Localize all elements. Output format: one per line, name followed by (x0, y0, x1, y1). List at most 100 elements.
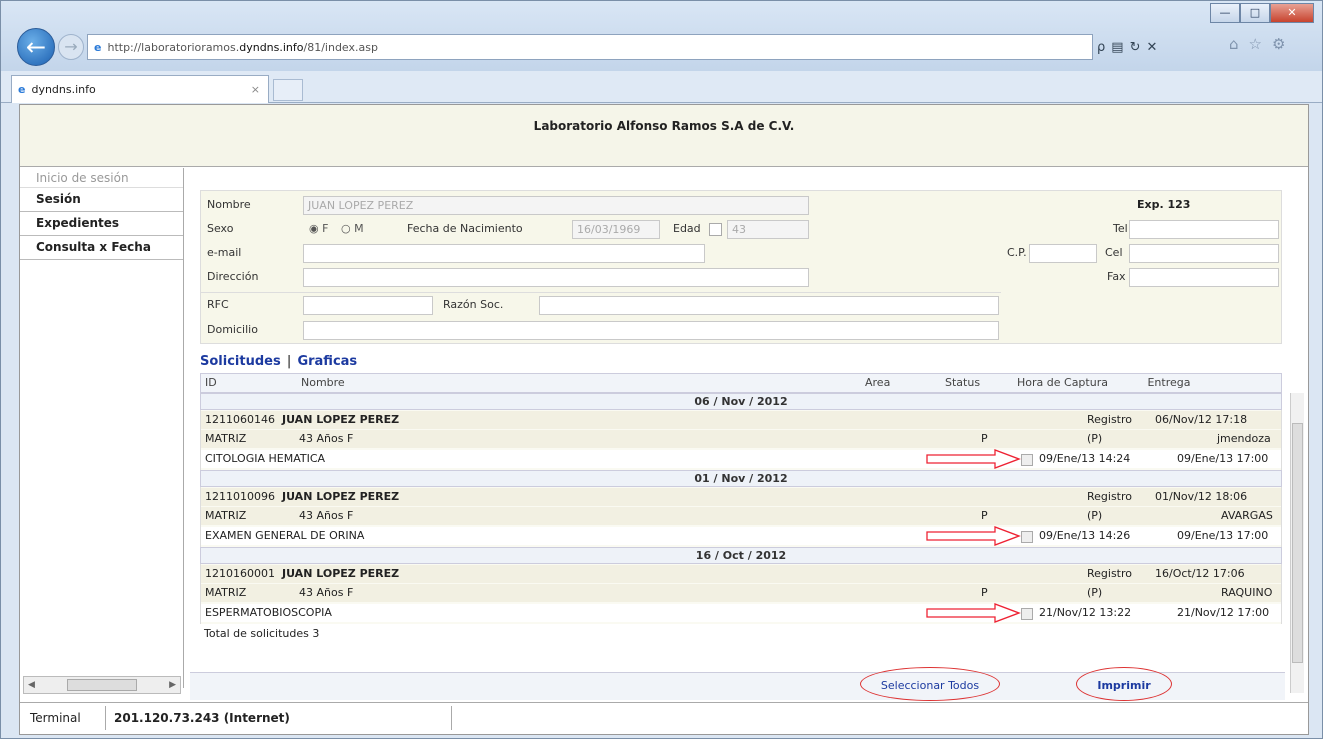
select-all-button[interactable]: Seleccionar Todos (864, 679, 996, 692)
entrega: 09/Ene/13 17:00 (1177, 452, 1269, 465)
col-area: Area (865, 376, 891, 389)
edad-field[interactable]: 43 (727, 220, 809, 239)
fax-field[interactable] (1129, 268, 1279, 287)
razon-social-field[interactable] (539, 296, 999, 315)
cel-label: Cel (1105, 246, 1123, 259)
select-checkbox[interactable] (1021, 608, 1033, 620)
maximize-button[interactable]: □ (1240, 3, 1270, 23)
address-controls: ρ ▤ ↻ ✕ (1097, 35, 1157, 59)
sexo-f-label: F (322, 222, 329, 235)
domicilio-field[interactable] (303, 321, 999, 340)
minimize-button[interactable]: — (1210, 3, 1240, 23)
col-hora-captura: Hora de Captura (1017, 376, 1108, 389)
print-button[interactable]: Imprimir (1076, 679, 1172, 692)
status-bar: Terminal 201.120.73.243 (Internet) (20, 702, 1308, 732)
date-header: 01 / Nov / 2012 (200, 470, 1282, 487)
tel-field[interactable] (1129, 220, 1279, 239)
cel-field[interactable] (1129, 244, 1279, 263)
status-p: (P) (1087, 432, 1103, 445)
page-title: Laboratorio Alfonso Ramos S.A de C.V. (20, 105, 1308, 167)
annotation-arrow-icon (926, 603, 1021, 623)
tab-strip: e dyndns.info × (1, 71, 1322, 103)
patient-name: JUAN LOPEZ PEREZ (282, 413, 400, 426)
tab-graficas[interactable]: Graficas (297, 354, 357, 369)
table-row[interactable]: 1211060146 JUAN LOPEZ PEREZ Registro 06/… (200, 410, 1282, 470)
back-icon[interactable]: ← (17, 28, 55, 66)
razon-social-label: Razón Soc. (443, 298, 504, 311)
scroll-right-icon[interactable]: ▶ (169, 680, 176, 690)
email-field[interactable] (303, 244, 705, 263)
status-p: (P) (1087, 509, 1103, 522)
user: RAQUINO (1221, 586, 1273, 599)
nombre-label: Nombre (207, 198, 251, 211)
entrega: 09/Ene/13 17:00 (1177, 529, 1269, 542)
fecha-nacimiento-field[interactable]: 16/03/1969 (572, 220, 660, 239)
status: P (981, 509, 988, 522)
nombre-field[interactable]: JUAN LOPEZ PEREZ (303, 196, 809, 215)
area: MATRIZ (205, 509, 247, 522)
email-label: e-mail (207, 246, 242, 259)
patient-age-sex: 43 Años F (299, 509, 354, 522)
request-id: 1211060146 (205, 413, 275, 426)
patient-name: JUAN LOPEZ PEREZ (282, 490, 400, 503)
direccion-field[interactable] (303, 268, 809, 287)
stop-icon[interactable]: ✕ (1146, 40, 1157, 55)
scroll-thumb[interactable] (67, 679, 137, 691)
status: P (981, 432, 988, 445)
patient-age-sex: 43 Años F (299, 432, 354, 445)
select-checkbox[interactable] (1021, 531, 1033, 543)
sidebar-item-consulta-fecha[interactable]: Consulta x Fecha (20, 236, 183, 260)
new-tab-button[interactable] (273, 79, 303, 101)
sexo-m-radio[interactable]: ○ M (341, 222, 364, 235)
fax-label: Fax (1107, 270, 1126, 283)
address-bar[interactable]: e http://laboratorioramos. dyndns.info/81… (87, 34, 1093, 60)
request-id: 1210160001 (205, 567, 275, 580)
scroll-thumb[interactable] (1292, 423, 1303, 663)
sidebar-item-expedientes[interactable]: Expedientes (20, 212, 183, 236)
tab-solicitudes[interactable]: Solicitudes (200, 354, 281, 369)
col-id: ID (205, 376, 217, 389)
search-icon[interactable]: ρ (1097, 40, 1105, 55)
close-button[interactable]: ✕ (1270, 3, 1314, 23)
edad-checkbox[interactable] (709, 223, 722, 236)
tab-title: dyndns.info (31, 83, 96, 96)
compat-view-icon[interactable]: ▤ (1111, 40, 1123, 55)
registro-date: 16/Oct/12 17:06 (1155, 567, 1245, 580)
sexo-f-radio[interactable]: ◉ F (309, 222, 328, 235)
tab-favicon-icon: e (18, 83, 26, 96)
date-group: 01 / Nov / 2012 1211010096 JUAN LOPEZ PE… (200, 470, 1282, 547)
date-group: 06 / Nov / 2012 1211060146 JUAN LOPEZ PE… (200, 393, 1282, 470)
tab-close-icon[interactable]: × (251, 83, 260, 96)
select-checkbox[interactable] (1021, 454, 1033, 466)
grid-scrollbar[interactable] (1290, 393, 1304, 693)
cp-field[interactable] (1029, 244, 1097, 263)
entrega: 21/Nov/12 17:00 (1177, 606, 1270, 619)
scroll-left-icon[interactable]: ◀ (28, 680, 35, 690)
annotation-arrow-icon (926, 526, 1021, 546)
col-status: Status (945, 376, 981, 389)
sexo-m-label: M (354, 222, 364, 235)
area: MATRIZ (205, 432, 247, 445)
grid-header: ID Nombre Area Status Hora de Captura En… (200, 373, 1282, 393)
refresh-icon[interactable]: ↻ (1130, 40, 1141, 55)
forward-icon[interactable]: → (58, 34, 84, 60)
browser-window: — □ ✕ ← → e http://laboratorioramos. dynd… (0, 0, 1323, 739)
edad-label: Edad (673, 222, 701, 235)
row-line-2: MATRIZ 43 Años F P (P) AVARGAS (201, 507, 1281, 525)
toolbar-icons: ⌂ ☆ ⚙ (1229, 35, 1285, 53)
terminal-value: 201.120.73.243 (Internet) (106, 705, 452, 730)
sidebar-scrollbar[interactable]: ◀ ▶ (23, 676, 181, 694)
home-icon[interactable]: ⌂ (1229, 35, 1239, 53)
table-row[interactable]: 1211010096 JUAN LOPEZ PEREZ Registro 01/… (200, 487, 1282, 547)
sidebar-item-sesion[interactable]: Sesión (20, 188, 183, 212)
browser-tab[interactable]: e dyndns.info × (11, 75, 269, 103)
rfc-field[interactable] (303, 296, 433, 315)
favorites-star-icon[interactable]: ☆ (1249, 35, 1262, 53)
cp-label: C.P. (1007, 246, 1027, 259)
patient-name: JUAN LOPEZ PEREZ (282, 567, 400, 580)
tab-separator: | (286, 354, 292, 369)
table-row[interactable]: 1210160001 JUAN LOPEZ PEREZ Registro 16/… (200, 564, 1282, 624)
fecha-nacimiento-label: Fecha de Nacimiento (407, 222, 523, 235)
gear-icon[interactable]: ⚙ (1272, 35, 1285, 53)
ie-page-icon: e (94, 40, 102, 54)
